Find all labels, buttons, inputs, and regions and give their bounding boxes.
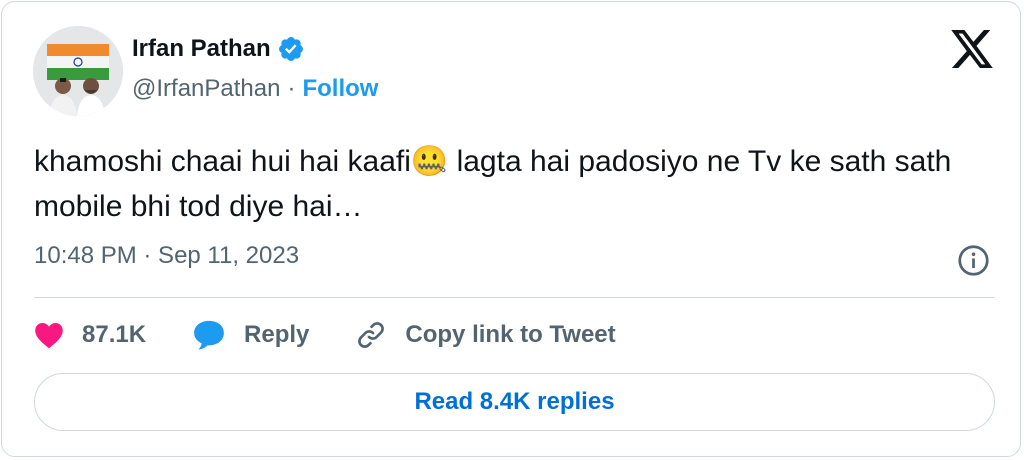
x-logo-icon[interactable]	[951, 30, 993, 68]
link-icon	[358, 322, 385, 348]
copy-link-button[interactable]: Copy link to Tweet	[355, 319, 616, 351]
reply-label: Reply	[244, 321, 310, 348]
avatar-image	[33, 26, 123, 116]
verified-badge-icon	[277, 35, 305, 63]
avatar[interactable]	[33, 26, 123, 116]
author-handle[interactable]: @IrfanPathan	[132, 75, 280, 103]
zipper-mouth-emoji: 🤐	[410, 145, 449, 178]
follow-button[interactable]: Follow	[302, 75, 378, 103]
author-name[interactable]: Irfan Pathan	[132, 35, 271, 63]
timestamp-row: 10:48 PM · Sep 11, 2023	[34, 242, 299, 270]
tweet-text-part-1: khamoshi chaai hui hai kaafi	[34, 145, 411, 178]
reply-bubble-icon	[194, 320, 224, 350]
handle-row: @IrfanPathan · Follow	[132, 75, 378, 103]
copy-link-label: Copy link to Tweet	[405, 321, 616, 348]
heart-icon	[35, 323, 63, 349]
tweet-timestamp[interactable]: 10:48 PM · Sep 11, 2023	[34, 242, 299, 270]
separator-dot: ·	[287, 75, 296, 102]
reply-button[interactable]: Reply	[192, 319, 309, 351]
like-button[interactable]: 87.1K	[34, 321, 146, 349]
like-count: 87.1K	[82, 321, 147, 348]
info-icon[interactable]	[957, 244, 990, 277]
author-name-row: Irfan Pathan	[132, 35, 305, 63]
action-bar: 87.1K Reply Copy link to Tweet	[34, 314, 662, 356]
read-replies-button[interactable]: Read 8.4K replies	[34, 373, 995, 431]
tweet-text: khamoshi chaai hui hai kaafi🤐 lagta hai …	[34, 139, 994, 229]
divider	[34, 297, 995, 298]
tweet-card: Irfan Pathan @IrfanPathan · Follow khamo…	[1, 1, 1021, 457]
